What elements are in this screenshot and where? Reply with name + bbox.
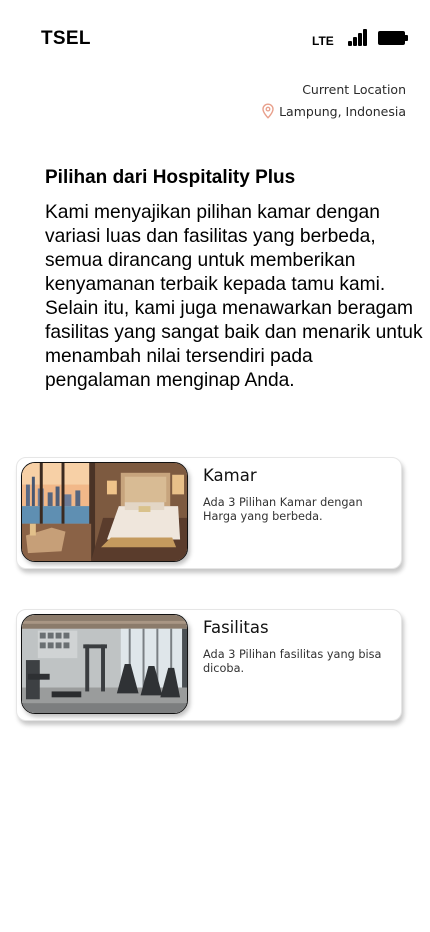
location-value: Lampung, Indonesia [279, 103, 406, 119]
section-title: Pilihan dari Hospitality Plus [45, 167, 296, 188]
card-description: Ada 3 Pilihan fasilitas yang bisa dicoba… [203, 648, 382, 675]
card-description: Ada 3 Pilihan Kamar dengan Harga yang be… [203, 496, 363, 523]
map-pin-icon [262, 103, 274, 119]
location-label: Current Location [302, 82, 406, 97]
card-title: Fasilitas [203, 618, 269, 637]
network-type: LTE [312, 34, 334, 48]
hotel-room-photo [21, 462, 188, 562]
card-fasilitas[interactable]: Fasilitas Ada 3 Pilihan fasilitas yang b… [16, 609, 402, 721]
carrier-name: TSEL [41, 28, 91, 49]
battery-icon [378, 31, 408, 45]
location-row: Lampung, Indonesia [261, 103, 406, 119]
section-description: Kami menyajikan pilihan kamar dengan var… [45, 202, 423, 391]
current-location[interactable]: Current Location Lampung, Indonesia [261, 82, 406, 119]
gym-facility-photo [21, 614, 188, 714]
card-kamar[interactable]: Kamar Ada 3 Pilihan Kamar dengan Harga y… [16, 457, 402, 569]
status-bar: TSEL LTE [0, 0, 430, 70]
signal-bars-icon [348, 29, 367, 46]
card-title: Kamar [203, 466, 257, 485]
